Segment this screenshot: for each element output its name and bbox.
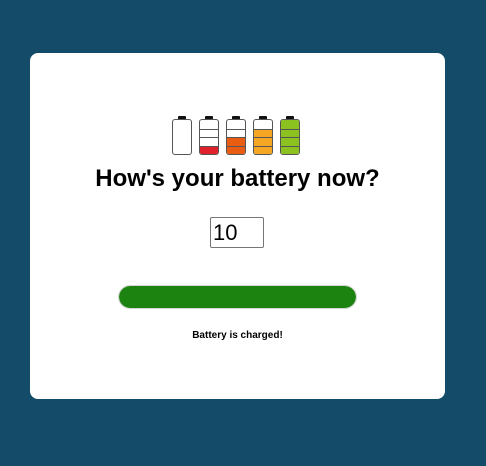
- battery-empty-icon: [172, 116, 192, 155]
- battery-level-input[interactable]: [210, 217, 264, 248]
- battery-icons-row: [172, 115, 300, 155]
- battery-progress-fill: [119, 286, 356, 308]
- status-message: Battery is charged!: [192, 330, 283, 341]
- battery-full-icon: [280, 116, 300, 155]
- battery-medium-icon: [226, 116, 246, 155]
- page-title: How's your battery now?: [95, 165, 380, 192]
- battery-progress-bar: [118, 285, 357, 309]
- battery-card: How's your battery now? Battery is charg…: [30, 53, 445, 399]
- battery-low-icon: [199, 116, 219, 155]
- battery-high-icon: [253, 116, 273, 155]
